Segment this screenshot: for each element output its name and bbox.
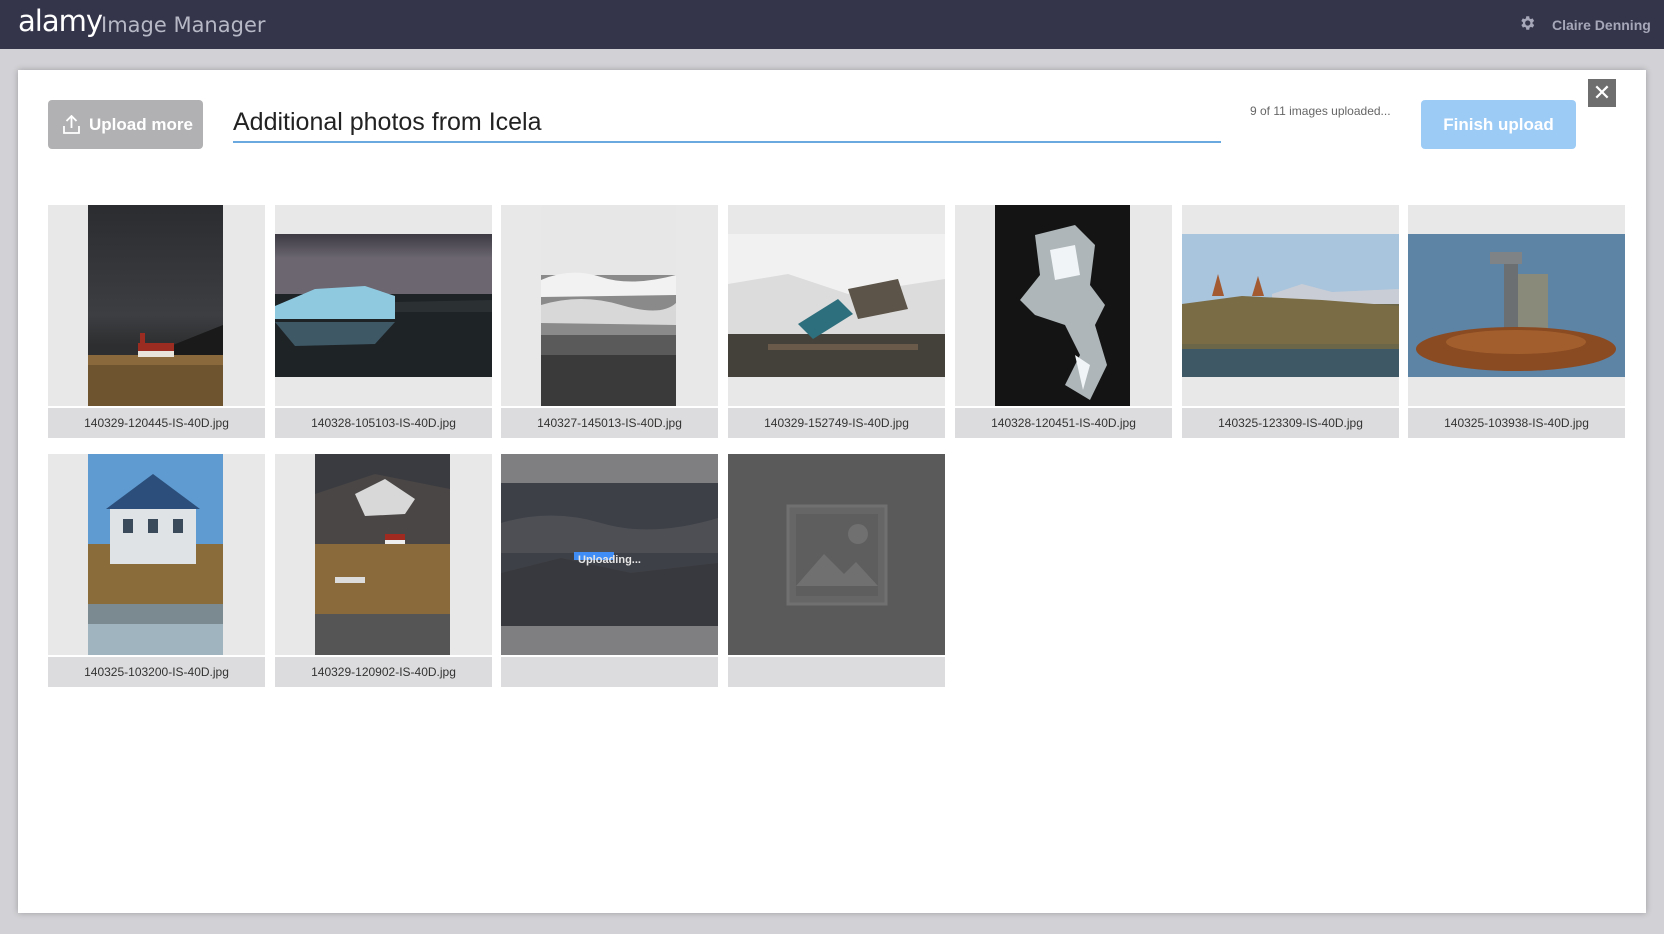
image-thumbnail[interactable] <box>1182 205 1399 406</box>
image-filename: 140325-103200-IS-40D.jpg <box>48 657 265 687</box>
image-filename: 140325-123309-IS-40D.jpg <box>1182 408 1399 438</box>
finish-upload-button[interactable]: Finish upload <box>1421 100 1576 149</box>
gear-icon[interactable] <box>1518 14 1536 32</box>
thumbnail-image <box>1408 234 1625 377</box>
close-icon[interactable]: ✕ <box>1588 79 1616 107</box>
product-name: Image Manager <box>101 13 266 37</box>
pending-tile <box>728 454 945 687</box>
image-tile[interactable]: 140329-120902-IS-40D.jpg <box>275 454 492 687</box>
image-filename: 140325-103938-IS-40D.jpg <box>1408 408 1625 438</box>
upload-more-label: Upload more <box>89 114 193 134</box>
upload-progress-text: 9 of 11 images uploaded... <box>1250 104 1391 118</box>
image-tile[interactable]: 140329-152749-IS-40D.jpg <box>728 205 945 438</box>
image-thumbnail: Uploading... <box>501 454 718 655</box>
upload-icon <box>63 115 80 134</box>
batch-title-input[interactable] <box>233 103 1221 143</box>
image-filename: 140328-120451-IS-40D.jpg <box>955 408 1172 438</box>
image-thumbnail[interactable] <box>48 205 265 406</box>
image-thumbnail <box>728 454 945 655</box>
image-tile[interactable]: 140325-123309-IS-40D.jpg <box>1182 205 1399 438</box>
thumbnail-image <box>995 205 1130 406</box>
image-thumbnail[interactable] <box>275 205 492 406</box>
image-thumbnail[interactable] <box>48 454 265 655</box>
image-filename <box>501 657 718 687</box>
image-thumbnail[interactable] <box>955 205 1172 406</box>
image-filename: 140327-145013-IS-40D.jpg <box>501 408 718 438</box>
image-thumbnail[interactable] <box>1408 205 1625 406</box>
uploading-tile: Uploading... <box>501 454 718 687</box>
image-filename: 140329-120445-IS-40D.jpg <box>48 408 265 438</box>
image-tile[interactable]: 140328-105103-IS-40D.jpg <box>275 205 492 438</box>
upload-more-button[interactable]: Upload more <box>48 100 203 149</box>
image-filename: 140328-105103-IS-40D.jpg <box>275 408 492 438</box>
thumbnail-image <box>88 454 223 655</box>
image-tile[interactable]: 140329-120445-IS-40D.jpg <box>48 205 265 438</box>
thumbnail-image <box>275 234 492 377</box>
thumbnail-image <box>315 454 450 655</box>
image-thumbnail[interactable] <box>501 205 718 406</box>
user-name[interactable]: Claire Denning <box>1552 17 1651 33</box>
thumbnail-image <box>728 234 945 377</box>
image-tile[interactable]: 140328-120451-IS-40D.jpg <box>955 205 1172 438</box>
brand-logo[interactable]: alamy <box>18 4 103 38</box>
image-placeholder-icon <box>786 504 888 606</box>
image-filename <box>728 657 945 687</box>
image-filename: 140329-152749-IS-40D.jpg <box>728 408 945 438</box>
uploading-status: Uploading... <box>578 554 641 566</box>
image-thumbnail[interactable] <box>275 454 492 655</box>
thumbnail-image <box>541 205 676 406</box>
image-thumbnail[interactable] <box>728 205 945 406</box>
top-bar: alamy Image Manager Claire Denning <box>0 0 1664 49</box>
thumbnail-image <box>88 205 223 406</box>
image-tile[interactable]: 140325-103200-IS-40D.jpg <box>48 454 265 687</box>
thumbnail-image <box>1182 234 1399 377</box>
image-tile[interactable]: 140325-103938-IS-40D.jpg <box>1408 205 1625 438</box>
image-tile[interactable]: 140327-145013-IS-40D.jpg <box>501 205 718 438</box>
image-filename: 140329-120902-IS-40D.jpg <box>275 657 492 687</box>
